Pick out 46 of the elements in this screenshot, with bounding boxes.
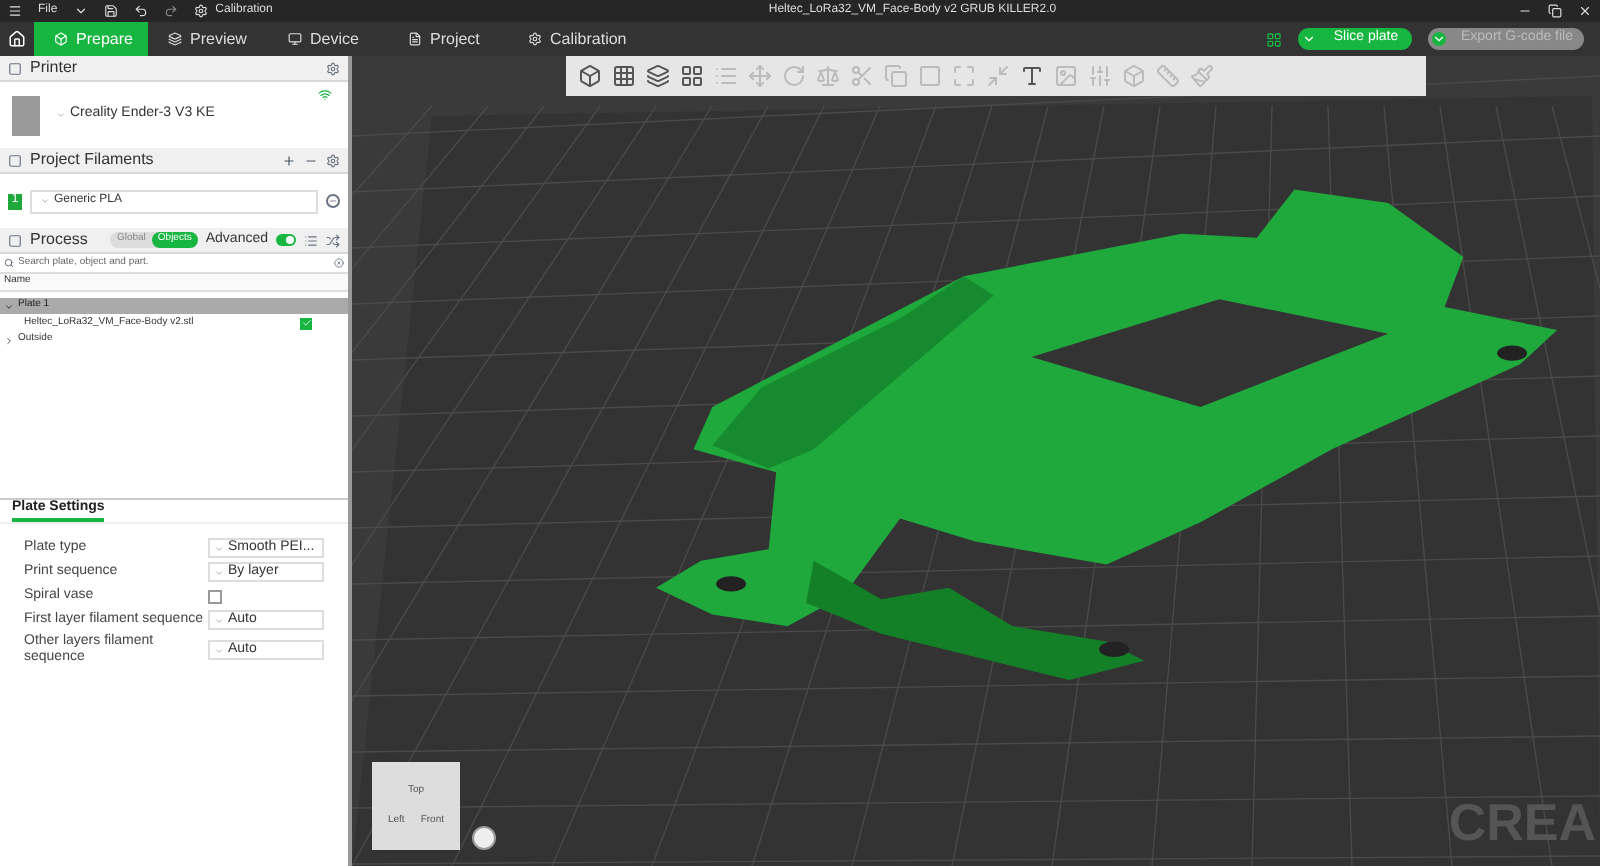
nav-tab[interactable]: Preview: [148, 22, 268, 56]
nav-tab[interactable]: Calibration: [508, 22, 628, 56]
search-icon: [4, 258, 14, 268]
menu-icon[interactable]: [8, 4, 22, 18]
sliders-icon[interactable]: [1088, 64, 1112, 88]
visibility-checkbox[interactable]: [300, 317, 312, 329]
section-icon: [8, 233, 22, 247]
section-title: Project Filaments: [30, 148, 154, 172]
caret-icon: [40, 196, 50, 206]
printer-thumbnail: [12, 95, 40, 135]
nav-tab[interactable]: Device: [268, 22, 388, 56]
document-icon: [408, 32, 422, 46]
settings-icon: [528, 32, 542, 46]
setting-checkbox[interactable]: [208, 589, 222, 603]
section-icon: [8, 61, 22, 75]
restore-icon[interactable]: [1548, 4, 1562, 18]
section-icon: [8, 153, 22, 167]
layers-icon[interactable]: [646, 64, 670, 88]
caret-icon: [214, 567, 224, 577]
save-icon[interactable]: [103, 4, 118, 18]
minimize-icon[interactable]: [1518, 4, 1532, 18]
caret-icon: [214, 615, 224, 625]
layers-icon: [168, 32, 182, 46]
home-icon[interactable]: [8, 30, 26, 48]
caret-icon[interactable]: [1302, 32, 1316, 46]
undo-icon[interactable]: [133, 4, 148, 18]
add-icon[interactable]: [282, 153, 296, 167]
caret-icon: [56, 110, 66, 120]
chevron-icon[interactable]: [73, 4, 88, 18]
caret-icon: [214, 645, 224, 655]
panel-icon[interactable]: [680, 64, 704, 88]
close-icon[interactable]: [1578, 4, 1592, 18]
list-icon[interactable]: [304, 233, 318, 247]
box-icon: [54, 32, 68, 46]
nav-tab[interactable]: Project: [388, 22, 508, 56]
wifi-icon: [318, 88, 332, 102]
layout-icon[interactable]: [1266, 31, 1282, 47]
shuffle-icon[interactable]: [326, 233, 340, 247]
redo-icon[interactable]: [163, 4, 178, 18]
section-title: Printer: [30, 56, 78, 80]
clear-icon[interactable]: [334, 258, 344, 268]
text-icon[interactable]: [1020, 64, 1044, 88]
monitor-icon: [288, 32, 302, 46]
caret-icon: [214, 543, 224, 553]
advanced-switch[interactable]: [276, 234, 296, 246]
section-title: Process: [30, 228, 88, 252]
